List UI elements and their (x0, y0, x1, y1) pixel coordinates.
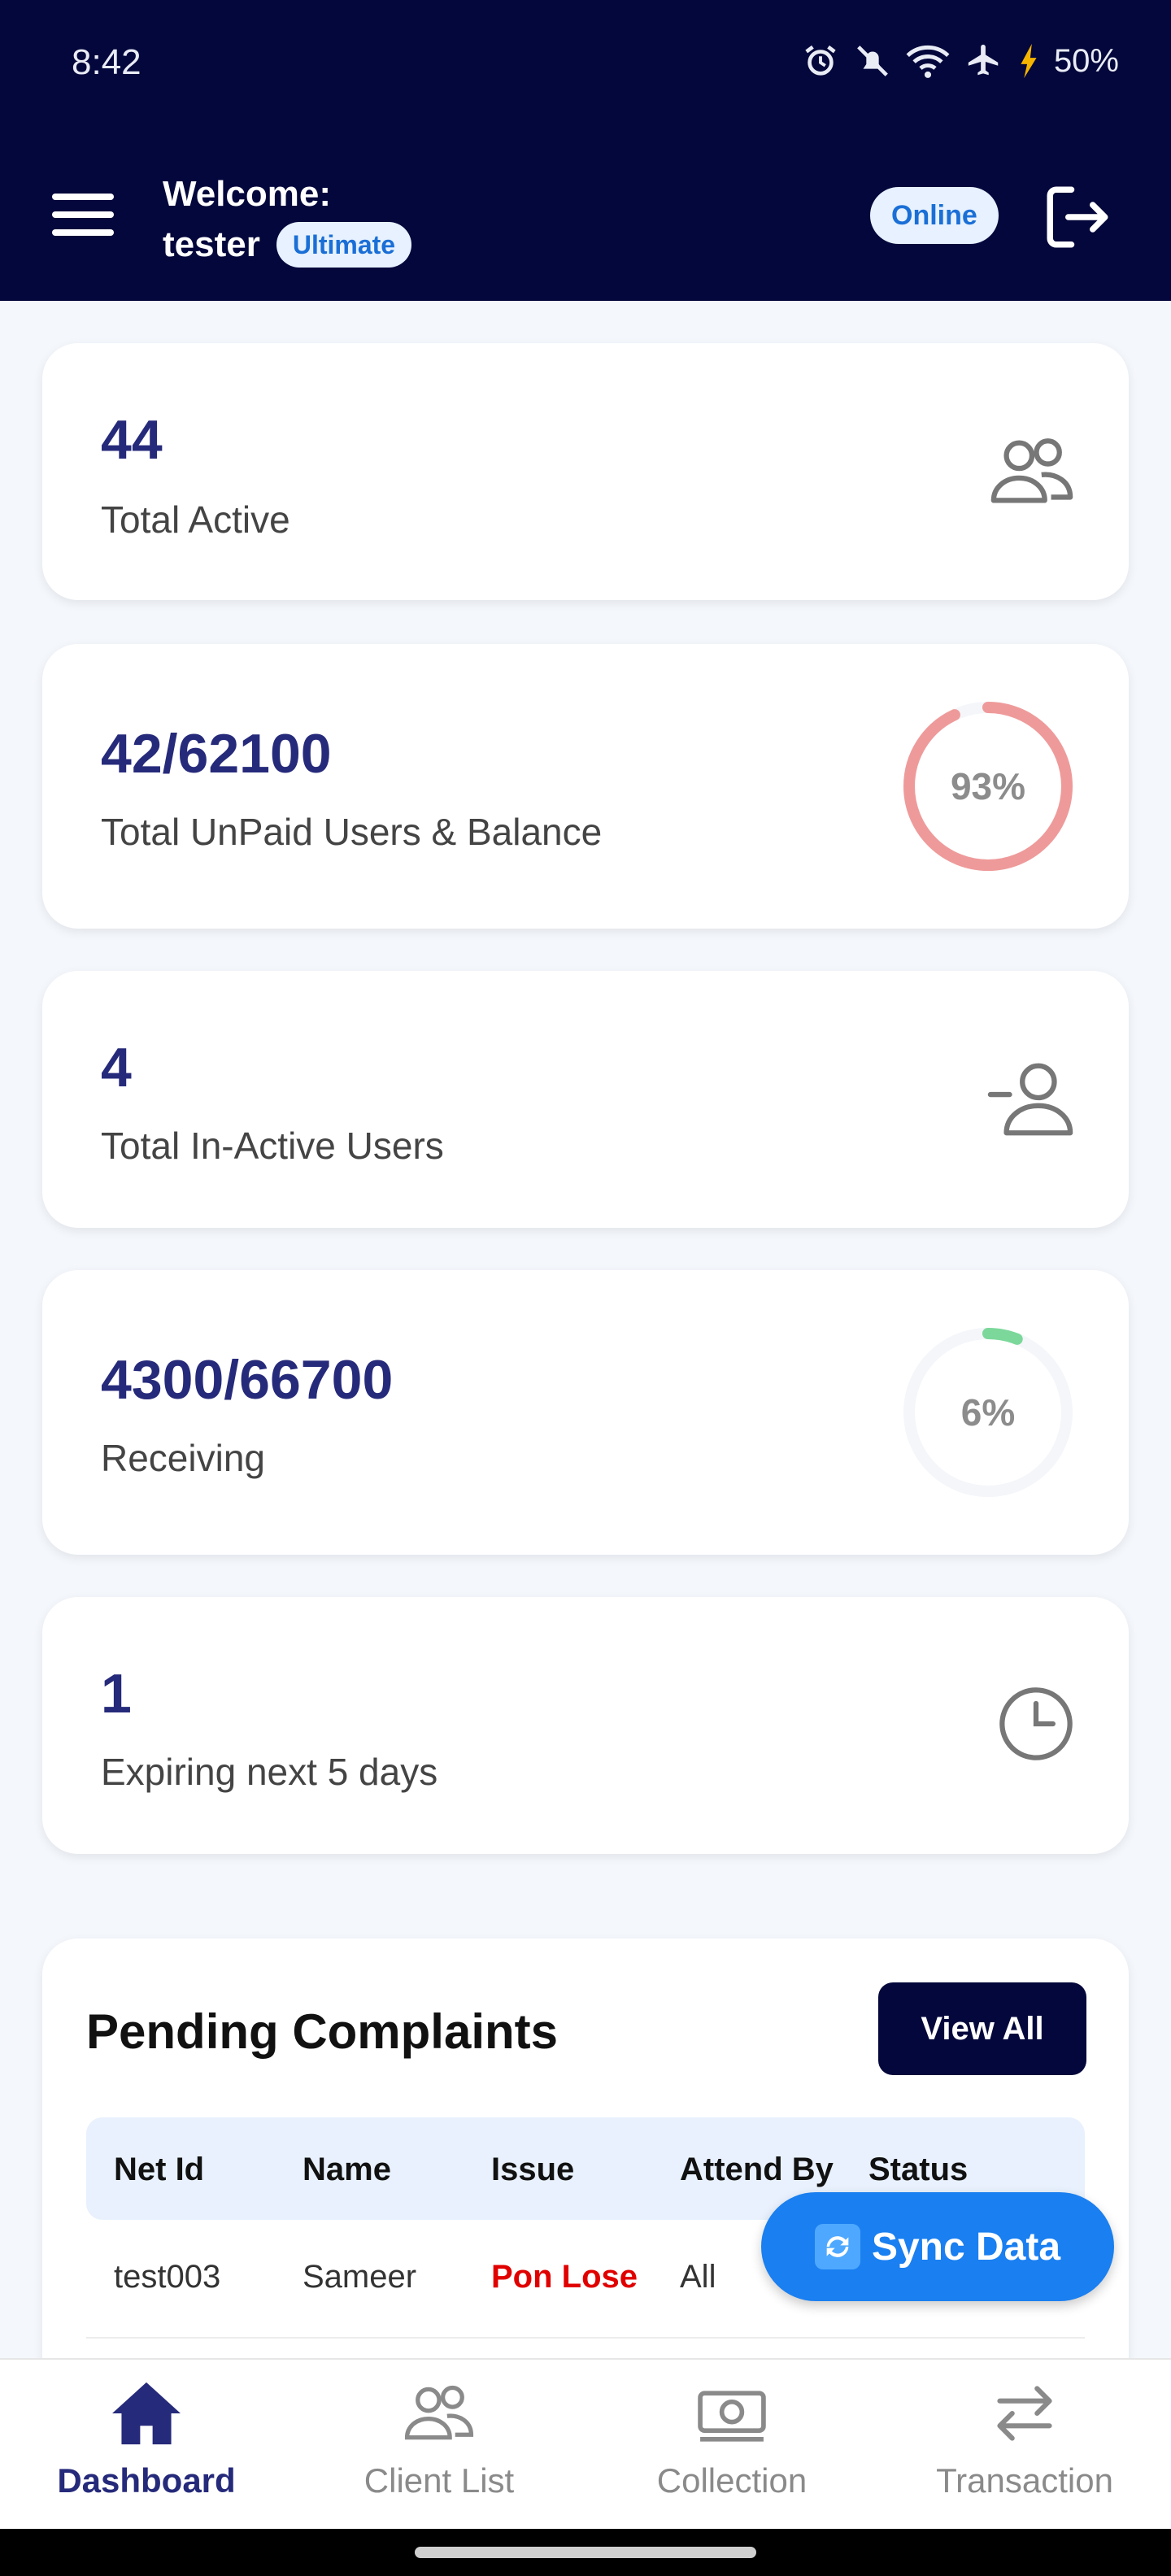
gesture-area (0, 2529, 1171, 2576)
card-value: 42/62100 (101, 723, 332, 785)
users-icon (990, 438, 1073, 503)
home-gesture-bar[interactable] (415, 2547, 756, 2558)
menu-icon-bar (52, 194, 114, 200)
receiving-percent: 6% (960, 1391, 1016, 1434)
receiving-progress-ring: 6% (901, 1325, 1075, 1499)
column-header: Status (868, 2152, 969, 2187)
nav-client-list[interactable]: Client List (317, 2379, 561, 2500)
nav-label: Client List (363, 2461, 515, 2500)
nav-label: Dashboard (57, 2461, 236, 2500)
card-value: 44 (101, 409, 163, 471)
alarm-icon (805, 45, 836, 76)
users-icon (404, 2385, 474, 2440)
welcome-block: Welcome: tester Ultimate (163, 169, 412, 270)
unpaid-percent: 93% (950, 765, 1026, 807)
bottom-navigation: Dashboard Client List Collection Transac… (0, 2358, 1171, 2529)
airplane-icon (968, 44, 999, 76)
menu-button[interactable] (52, 194, 114, 239)
card-value: 1 (101, 1663, 132, 1725)
logout-icon (1047, 186, 1108, 248)
expiring-card[interactable]: 1 Expiring next 5 days (42, 1597, 1129, 1854)
inactive-users-card[interactable]: 4 Total In-Active Users (42, 971, 1129, 1228)
view-all-button[interactable]: View All (878, 1982, 1086, 2075)
column-header: Issue (491, 2152, 575, 2187)
status-icons: 50% (802, 42, 1119, 80)
menu-icon-bar (52, 211, 114, 218)
nav-label: Collection (656, 2461, 808, 2500)
card-value: 4 (101, 1037, 132, 1099)
card-label: Total UnPaid Users & Balance (101, 811, 603, 853)
battery-level: 50% (1053, 42, 1119, 79)
card-label: Expiring next 5 days (101, 1751, 438, 1793)
card-label: Receiving (101, 1437, 265, 1479)
nav-transaction[interactable]: Transaction (903, 2379, 1147, 2500)
name-cell: Sameer (303, 2259, 417, 2295)
sync-icon (814, 2224, 860, 2269)
menu-icon-bar (52, 229, 114, 236)
net-id-cell: test003 (114, 2259, 221, 2295)
sync-data-button[interactable]: Sync Data (761, 2192, 1114, 2301)
nav-label: Transaction (936, 2461, 1113, 2500)
card-label: Total In-Active Users (101, 1125, 444, 1167)
transfer-icon (997, 2386, 1052, 2441)
plan-badge: Ultimate (276, 222, 412, 268)
username: tester (163, 224, 260, 264)
card-label: Total Active (101, 498, 290, 541)
receiving-card[interactable]: 4300/66700 Receiving 6% (42, 1270, 1129, 1555)
attend-by-cell: All (680, 2259, 716, 2295)
app-header: 8:42 50% Welcome: tester Ultimate Online (0, 0, 1171, 301)
sync-label: Sync Data (871, 2225, 1061, 2269)
unpaid-progress-ring: 93% (901, 699, 1075, 873)
column-header: Net Id (114, 2152, 205, 2187)
mute-bell-icon (857, 46, 888, 76)
online-status-badge: Online (870, 187, 999, 244)
home-icon (112, 2382, 181, 2445)
section-title: Pending Complaints (86, 2004, 559, 2059)
logout-button[interactable] (1041, 181, 1114, 254)
nav-collection[interactable]: Collection (610, 2379, 854, 2500)
cash-icon (698, 2391, 766, 2442)
card-value: 4300/66700 (101, 1349, 394, 1411)
welcome-label: Welcome: (163, 174, 332, 214)
status-time: 8:42 (72, 42, 141, 82)
wifi-icon (906, 46, 950, 78)
column-header: Attend By (680, 2152, 834, 2187)
nav-dashboard[interactable]: Dashboard (24, 2379, 268, 2500)
unpaid-users-card[interactable]: 42/62100 Total UnPaid Users & Balance 93… (42, 644, 1129, 929)
total-active-card[interactable]: 44 Total Active (42, 343, 1129, 600)
clock-icon (999, 1687, 1073, 1760)
column-header: Name (303, 2152, 391, 2187)
issue-cell: Pon Lose (491, 2259, 638, 2295)
charging-icon (1021, 43, 1037, 79)
user-minus-icon (987, 1063, 1073, 1136)
